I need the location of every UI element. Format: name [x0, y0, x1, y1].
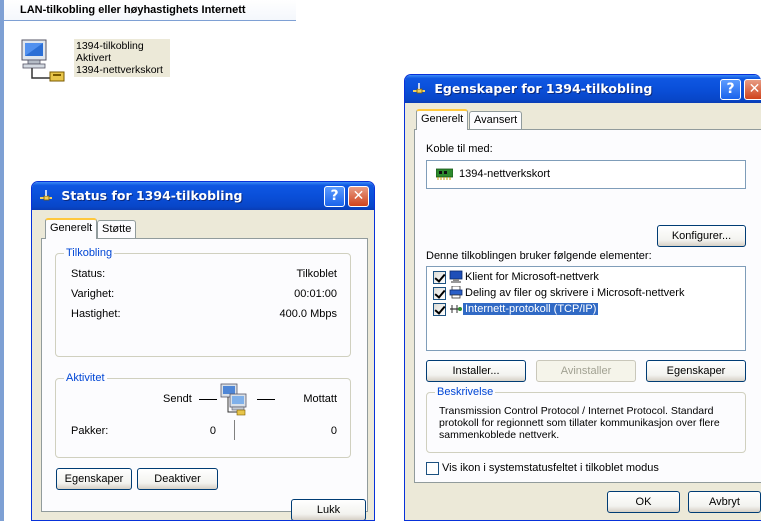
printer-share-icon — [449, 286, 463, 299]
help-button[interactable]: ? — [324, 186, 345, 207]
show-icon-label: Vis ikon i systemstatusfeltet i tilkoble… — [442, 462, 659, 474]
description-text: Transmission Control Protocol / Internet… — [439, 405, 720, 441]
close-window-button[interactable]: ✕ — [744, 79, 761, 100]
tab-generelt[interactable]: Generelt — [416, 109, 469, 130]
help-button[interactable]: ? — [720, 79, 741, 100]
items-list[interactable]: Klient for Microsoft-nettverk Deling av … — [426, 266, 746, 351]
item-properties-button[interactable]: Egenskaper — [646, 360, 746, 382]
connection-device: 1394-nettverkskort — [76, 64, 163, 76]
connection-state: Aktivert — [76, 52, 112, 64]
sent-line — [199, 399, 217, 400]
item-label: Internett-protokoll (TCP/IP) — [463, 303, 599, 315]
show-icon-checkbox[interactable] — [426, 462, 439, 475]
packets-sent-value: 0 — [209, 425, 216, 437]
connection-group: Tilkobling Status: Tilkoblet Varighet: 0… — [55, 247, 351, 357]
network-card-icon — [436, 168, 453, 180]
configure-button[interactable]: Konfigurer... — [657, 225, 746, 247]
properties-dialog-title: Egenskaper for 1394-tilkobling — [434, 81, 653, 96]
description-group: Beskrivelse Transmission Control Protoco… — [426, 386, 746, 453]
description-legend: Beskrivelse — [435, 386, 496, 398]
received-line — [257, 399, 275, 400]
status-value: Tilkoblet — [296, 268, 337, 280]
properties-dialog-titlebar[interactable]: Egenskaper for 1394-tilkobling ? ✕ — [405, 75, 761, 103]
packets-received-value: 0 — [330, 425, 337, 437]
connection-item-1394[interactable]: 1394-tilkobling Aktivert 1394-nettverksk… — [18, 34, 173, 82]
connect-using-label: Koble til med: — [426, 143, 493, 155]
adapter-name: 1394-nettverkskort — [459, 168, 551, 180]
status-properties-button[interactable]: Egenskaper — [56, 468, 132, 490]
item-label: Klient for Microsoft-nettverk — [465, 271, 599, 283]
received-label: Mottatt — [303, 393, 337, 405]
item-checkbox[interactable] — [433, 287, 446, 300]
item-label: Deling av filer og skrivere i Microsoft-… — [465, 287, 685, 299]
status-dialog-titlebar[interactable]: Status for 1394-tilkobling ? ✕ — [32, 182, 374, 210]
explorer-left-border — [0, 0, 4, 521]
speed-label: Hastighet: — [71, 308, 121, 320]
tab-stotte[interactable]: Støtte — [97, 220, 137, 238]
duration-label: Varighet: — [71, 288, 115, 300]
item-checkbox[interactable] — [433, 271, 446, 284]
uninstall-button[interactable]: Avinstaller — [536, 360, 636, 382]
duration-value: 00:01:00 — [294, 288, 337, 300]
network-plug-icon — [413, 83, 425, 94]
install-button[interactable]: Installer... — [426, 360, 526, 382]
close-window-button[interactable]: ✕ — [348, 186, 369, 207]
connection-group-legend: Tilkobling — [64, 247, 115, 259]
activity-computers-icon — [220, 383, 247, 416]
tab-generelt[interactable]: Generelt — [45, 218, 98, 239]
status-dialog-title: Status for 1394-tilkobling — [61, 188, 243, 203]
properties-tab-panel: Koble til med: 1394-nettverkskort Konfig… — [414, 129, 761, 483]
connection-name: 1394-tilkobling — [76, 40, 144, 52]
ok-button[interactable]: OK — [607, 491, 680, 513]
speed-value: 400.0 Mbps — [279, 308, 337, 320]
category-header: LAN-tilkobling eller høyhastighets Inter… — [4, 0, 296, 21]
properties-dialog: Egenskaper for 1394-tilkobling ? ✕ Gener… — [404, 74, 761, 521]
packets-divider — [234, 420, 235, 440]
protocol-icon — [450, 305, 462, 313]
items-label: Denne tilkoblingen bruker følgende eleme… — [426, 250, 652, 262]
packets-label: Pakker: — [71, 425, 109, 437]
network-connection-icon — [21, 39, 65, 82]
tab-avansert[interactable]: Avansert — [469, 111, 523, 129]
status-label: Status: — [71, 268, 106, 280]
network-plug-icon — [40, 190, 52, 201]
network-client-icon — [449, 270, 463, 283]
sent-label: Sendt — [163, 393, 192, 405]
activity-group-legend: Aktivitet — [64, 372, 107, 384]
status-dialog: Status for 1394-tilkobling ? ✕ Generelt … — [31, 181, 375, 521]
item-checkbox[interactable] — [433, 303, 446, 316]
status-tab-panel: Tilkobling Status: Tilkoblet Varighet: 0… — [41, 238, 368, 512]
adapter-field: 1394-nettverkskort — [426, 160, 746, 189]
cancel-button[interactable]: Avbryt — [688, 491, 761, 513]
activity-group: Aktivitet Sendt Mottatt Pakker: 0 0 — [55, 372, 351, 458]
disable-button[interactable]: Deaktiver — [137, 468, 218, 490]
close-button[interactable]: Lukk — [291, 499, 366, 520]
